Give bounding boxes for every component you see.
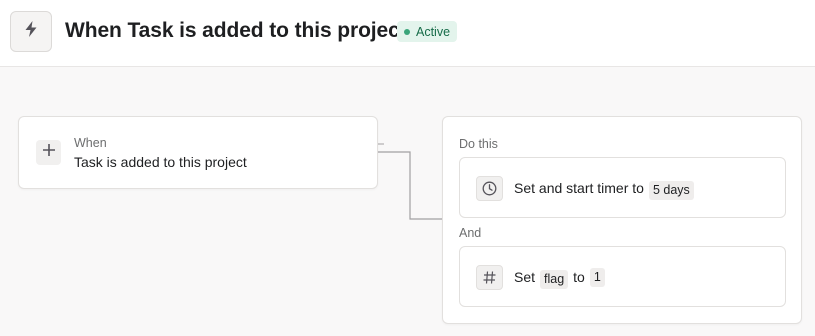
- do-this-label: Do this: [459, 137, 498, 151]
- timer-duration-chip[interactable]: 5 days: [648, 180, 694, 200]
- action-text-timer: Set and start timer to 5 days: [514, 177, 694, 200]
- to-label: to: [573, 269, 585, 285]
- value-chip[interactable]: 1: [589, 267, 605, 287]
- and-label: And: [459, 226, 482, 240]
- field-chip[interactable]: flag: [540, 269, 569, 289]
- status-dot: [404, 28, 410, 35]
- actions-card: Do this Set and start timer to 5 days An…: [442, 116, 802, 324]
- rule-type-button[interactable]: [10, 11, 52, 52]
- rule-header: When Task is added to this project Activ…: [0, 0, 815, 67]
- status-label: Active: [416, 24, 451, 39]
- page-title: When Task is added to this project: [65, 19, 407, 42]
- trigger-card[interactable]: When Task is added to this project: [18, 116, 378, 189]
- plus-icon: [42, 143, 56, 162]
- trigger-label: When: [74, 136, 107, 150]
- status-badge: Active: [397, 21, 458, 42]
- timer-action-label: Set and start timer to: [514, 180, 644, 196]
- action-text-flag: Set flag to 1: [514, 266, 605, 289]
- action-row-flag[interactable]: Set flag to 1: [459, 246, 786, 307]
- clock-icon: [476, 176, 503, 201]
- trigger-text: Task is added to this project: [74, 154, 247, 170]
- lightning-bolt-icon: [23, 20, 39, 43]
- set-label: Set: [514, 269, 536, 285]
- add-trigger-button[interactable]: [36, 140, 61, 165]
- action-row-timer[interactable]: Set and start timer to 5 days: [459, 157, 786, 218]
- hash-icon: [476, 265, 503, 290]
